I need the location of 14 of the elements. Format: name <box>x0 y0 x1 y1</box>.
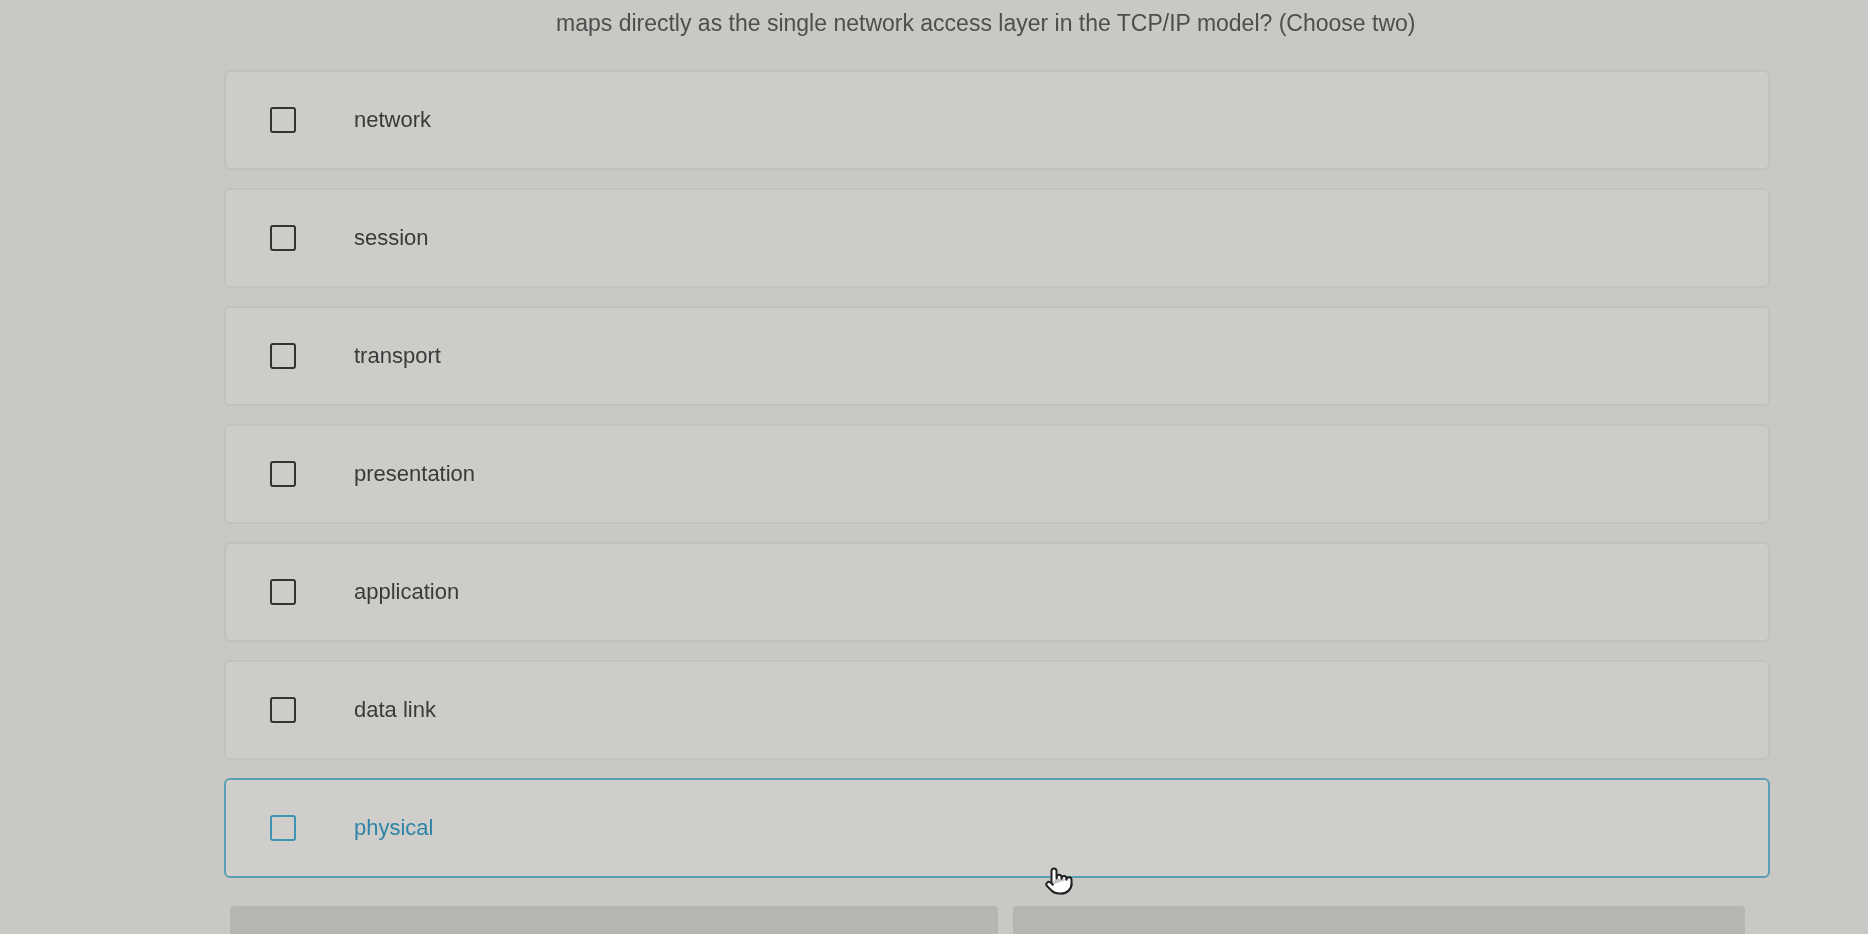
checkbox[interactable] <box>270 343 296 369</box>
answer-option[interactable]: session <box>224 188 1770 288</box>
answer-option[interactable]: data link <box>224 660 1770 760</box>
checkbox[interactable] <box>270 225 296 251</box>
checkbox[interactable] <box>270 461 296 487</box>
question-text: maps directly as the single network access layer in the TCP/IP model? (Choose two) <box>556 10 1416 36</box>
checkbox[interactable] <box>270 579 296 605</box>
answer-option[interactable]: presentation <box>224 424 1770 524</box>
checkbox[interactable] <box>270 815 296 841</box>
checkbox[interactable] <box>270 697 296 723</box>
answer-option[interactable]: transport <box>224 306 1770 406</box>
answer-option[interactable]: network <box>224 70 1770 170</box>
checkbox[interactable] <box>270 107 296 133</box>
answer-option[interactable]: application <box>224 542 1770 642</box>
